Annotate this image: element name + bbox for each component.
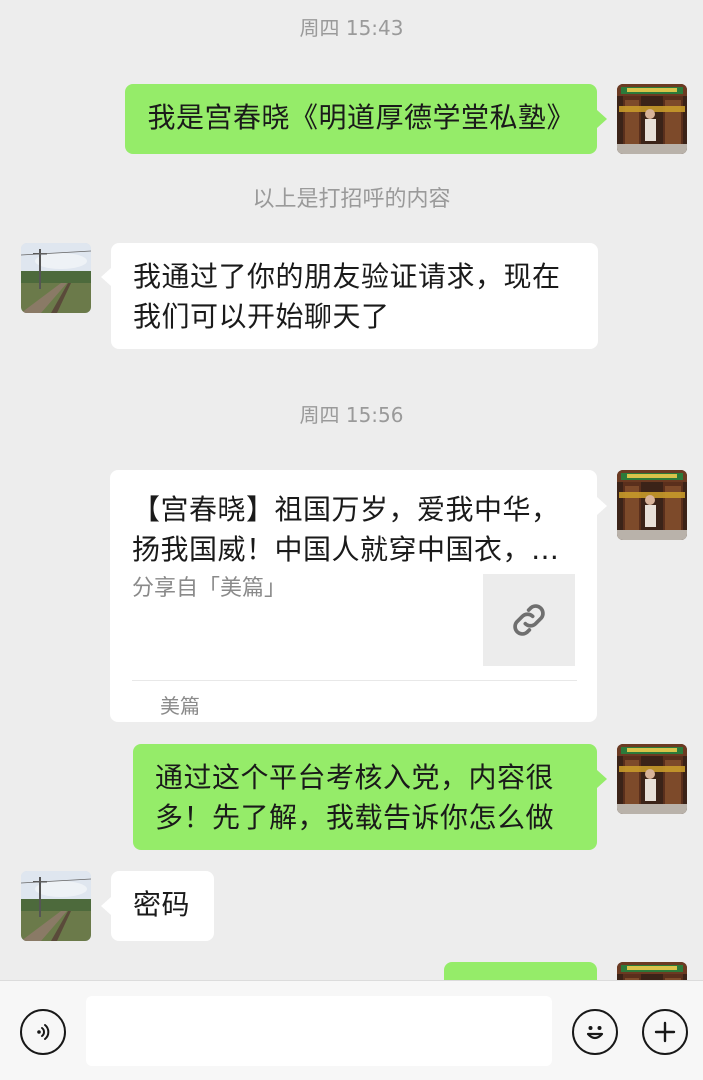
bubble-tail: [597, 770, 607, 788]
emoji-icon: [586, 1026, 604, 1040]
bubble-tail: [597, 497, 607, 515]
received-message[interactable]: 我通过了你的朋友验证请求，现在我们可以开始聊天了: [111, 243, 598, 349]
self-avatar[interactable]: [617, 962, 687, 980]
link-source: 美篇: [160, 694, 200, 718]
emoji-button[interactable]: [572, 1009, 618, 1055]
bubble-tail: [101, 268, 111, 286]
plus-icon: [654, 1021, 676, 1043]
self-avatar[interactable]: [617, 84, 687, 154]
self-avatar[interactable]: [617, 744, 687, 814]
link-description: 分享自「美篇」: [132, 576, 287, 601]
divider: [132, 680, 577, 681]
shared-link-card[interactable]: 【宫春晓】祖国万岁，爱我中华，扬我国威！中国人就穿中国衣，… 分享自「美篇」 美…: [110, 470, 597, 722]
more-button[interactable]: [642, 1009, 688, 1055]
bubble-tail: [101, 897, 111, 915]
voice-icon: [37, 1024, 50, 1040]
link-thumbnail: [483, 574, 575, 666]
timestamp: 周四 15:43: [299, 16, 404, 40]
chat-message-list[interactable]: 周四 15:43 我是宫春晓《明道厚德学堂私塾》 以上是打招呼的内容 我通过了你…: [0, 0, 703, 980]
contact-avatar[interactable]: [21, 243, 91, 313]
voice-button[interactable]: [20, 1009, 66, 1055]
sent-message[interactable]: 我是宫春晓《明道厚德学堂私塾》: [125, 84, 597, 154]
contact-avatar[interactable]: [21, 871, 91, 941]
link-title: 【宫春晓】祖国万岁，爱我中华，扬我国威！中国人就穿中国衣，…: [132, 493, 560, 566]
sent-message[interactable]: 通过这个平台考核入党，内容很多！先了解，我载告诉你怎么做: [133, 744, 597, 850]
input-toolbar: [0, 980, 703, 1080]
system-notice: 以上是打招呼的内容: [252, 187, 451, 212]
received-message[interactable]: 密码: [111, 871, 214, 941]
message-input[interactable]: [86, 996, 552, 1066]
sent-message-partial[interactable]: [444, 962, 597, 980]
bubble-tail: [597, 110, 607, 128]
timestamp: 周四 15:56: [299, 403, 404, 427]
self-avatar[interactable]: [617, 470, 687, 540]
link-icon: [513, 604, 545, 636]
